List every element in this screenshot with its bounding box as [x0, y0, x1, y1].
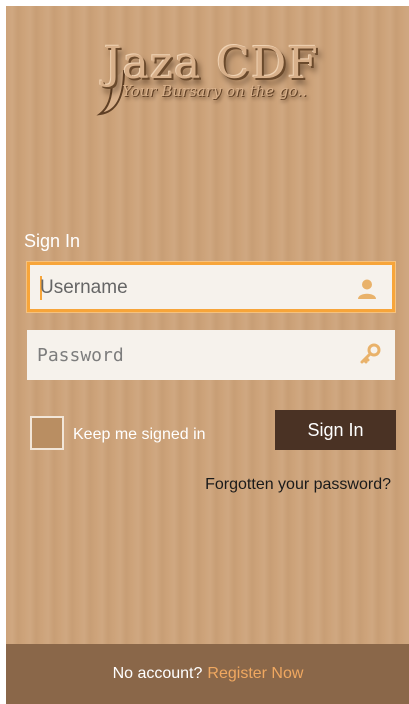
person-icon: [358, 279, 376, 299]
logo-tagline: Your Bursary on the go..: [122, 82, 307, 100]
app-logo: Jaza CDF Your Bursary on the go..: [94, 38, 334, 118]
footer-bar: No account? Register Now: [6, 644, 409, 704]
register-now-link[interactable]: Register Now: [207, 665, 303, 683]
sign-in-button[interactable]: Sign In: [275, 410, 396, 450]
forgot-password-link[interactable]: Forgotten your password?: [205, 476, 391, 494]
password-field[interactable]: [27, 330, 395, 380]
signin-heading: Sign In: [24, 231, 81, 251]
key-icon: [360, 343, 381, 364]
keep-signed-in-checkbox[interactable]: [30, 416, 64, 450]
login-screen: Jaza CDF Your Bursary on the go.. Sign I…: [6, 6, 409, 704]
no-account-text: No account?: [112, 665, 203, 682]
keep-signed-in-label[interactable]: Keep me signed in: [73, 426, 206, 444]
password-input[interactable]: [37, 330, 337, 380]
username-input[interactable]: [40, 265, 340, 309]
username-field[interactable]: [27, 262, 395, 312]
